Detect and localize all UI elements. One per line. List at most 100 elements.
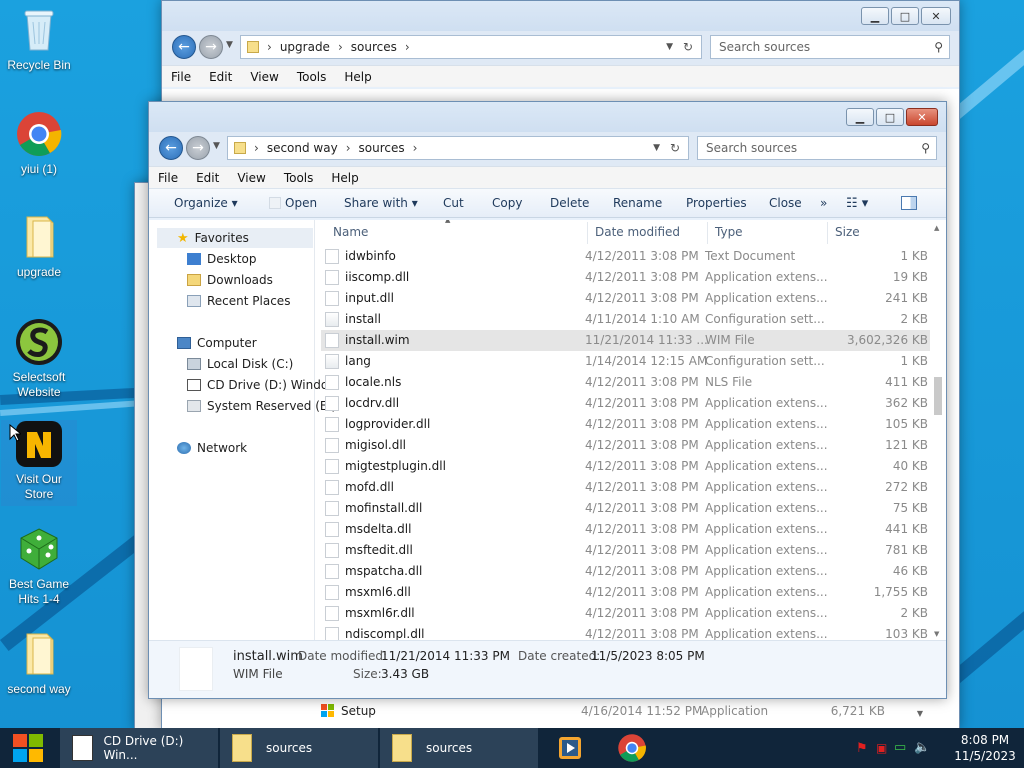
chevron-right-icon[interactable]: › xyxy=(254,141,259,155)
file-row[interactable]: msxml6r.dll 4/12/2011 3:08 PM Application … xyxy=(321,603,930,624)
close-button[interactable]: ✕ xyxy=(921,7,951,25)
address-dropdown-icon[interactable]: ▼ xyxy=(666,42,673,52)
search-box[interactable]: Search sources ⚲ xyxy=(710,35,950,59)
explorer-window-second-way[interactable]: ▁ □ ✕ ← → ▼ › second way › sources › ▼ ↻… xyxy=(148,101,947,699)
preview-pane-icon[interactable] xyxy=(901,196,917,210)
address-dropdown-icon[interactable]: ▼ xyxy=(653,143,660,153)
menu-file[interactable]: File xyxy=(149,171,187,185)
desktop-icon-best-game-hits[interactable]: Best Game Hits 1-4 xyxy=(1,525,77,607)
view-options-icon[interactable]: ☷ ▾ xyxy=(846,196,868,211)
column-type[interactable]: Type xyxy=(715,225,743,239)
menu-edit[interactable]: Edit xyxy=(187,171,228,185)
file-row[interactable]: idwbinfo 4/12/2011 3:08 PM Text Document 1 … xyxy=(321,246,930,267)
desktop-icon-upgrade[interactable]: upgrade xyxy=(1,213,77,280)
delete-button[interactable]: Delete xyxy=(550,196,589,210)
share-with-button[interactable]: Share with ▾ xyxy=(344,196,418,210)
clock-time[interactable]: 8:08 PM xyxy=(954,733,1016,747)
minimize-button[interactable]: ▁ xyxy=(861,7,889,25)
file-row[interactable]: lang 1/14/2014 12:15 AM Configuration sett… xyxy=(321,351,930,372)
address-bar[interactable]: › upgrade › sources › ▼ ↻ xyxy=(240,35,702,59)
file-row[interactable]: msdelta.dll 4/12/2011 3:08 PM Application … xyxy=(321,519,930,540)
nav-favorites[interactable]: ★ Favorites xyxy=(157,228,313,248)
file-row-setup[interactable]: Setup 4/16/2014 11:52 PM Application 6,7… xyxy=(317,701,937,721)
minimize-button[interactable]: ▁ xyxy=(846,108,874,126)
nav-downloads[interactable]: Downloads xyxy=(187,273,273,287)
taskbar-item-sources-2[interactable]: sources xyxy=(380,728,538,768)
menu-edit[interactable]: Edit xyxy=(200,70,241,84)
file-row[interactable]: msxml6.dll 4/12/2011 3:08 PM Application e… xyxy=(321,582,930,603)
back-button[interactable]: ← xyxy=(172,35,196,59)
desktop-icon-second-way[interactable]: second way xyxy=(1,630,77,697)
security-alert-icon[interactable]: ▣ xyxy=(876,741,887,755)
rename-button[interactable]: Rename xyxy=(613,196,662,210)
open-button[interactable]: Open xyxy=(285,196,317,210)
title-bar[interactable]: ▁ □ ✕ xyxy=(162,1,959,31)
more-commands-button[interactable]: » xyxy=(820,196,827,210)
forward-button[interactable]: → xyxy=(199,35,223,59)
file-row[interactable]: mspatcha.dll 4/12/2011 3:08 PM Application… xyxy=(321,561,930,582)
refresh-icon[interactable]: ↻ xyxy=(670,141,680,155)
file-row[interactable]: migisol.dll 4/12/2011 3:08 PM Application … xyxy=(321,435,930,456)
file-row[interactable]: input.dll 4/12/2011 3:08 PM Application ex… xyxy=(321,288,930,309)
maximize-button[interactable]: □ xyxy=(891,7,919,25)
file-row[interactable]: mofinstall.dll 4/12/2011 3:08 PM Applicati… xyxy=(321,498,930,519)
file-row[interactable]: locale.nls 4/12/2011 3:08 PM NLS File 411 K… xyxy=(321,372,930,393)
file-row[interactable]: locdrv.dll 4/12/2011 3:08 PM Application e… xyxy=(321,393,930,414)
organize-button[interactable]: Organize ▾ xyxy=(174,196,238,210)
maximize-button[interactable]: □ xyxy=(876,108,904,126)
file-row[interactable]: msftedit.dll 4/12/2011 3:08 PM Application… xyxy=(321,540,930,561)
refresh-icon[interactable]: ↻ xyxy=(683,40,693,54)
menu-file[interactable]: File xyxy=(162,70,200,84)
taskbar-chrome[interactable] xyxy=(612,728,652,768)
back-button[interactable]: ← xyxy=(159,136,183,160)
search-icon[interactable]: ⚲ xyxy=(921,141,930,155)
file-row[interactable]: ndiscompl.dll 4/12/2011 3:08 PM Applicatio… xyxy=(321,624,930,640)
vertical-scrollbar[interactable]: ▲ ▼ xyxy=(930,220,946,640)
menu-tools[interactable]: Tools xyxy=(275,171,323,185)
menu-view[interactable]: View xyxy=(241,70,287,84)
start-button[interactable] xyxy=(0,728,56,768)
file-row[interactable]: migtestplugin.dll 4/12/2011 3:08 PM Applic… xyxy=(321,456,930,477)
nav-system-reserved[interactable]: System Reserved (E:) xyxy=(187,399,336,413)
column-name[interactable]: Name xyxy=(333,225,368,239)
scroll-up-arrow[interactable]: ▲ xyxy=(934,224,939,232)
recent-locations-icon[interactable]: ▼ xyxy=(226,40,233,50)
column-size[interactable]: Size xyxy=(835,225,860,239)
breadcrumb-second-way[interactable]: second way xyxy=(267,141,338,155)
taskbar-item-sources-1[interactable]: sources xyxy=(220,728,378,768)
close-button[interactable]: ✕ xyxy=(906,108,938,126)
nav-cd-drive[interactable]: CD Drive (D:) Windo xyxy=(187,378,328,392)
menu-help[interactable]: Help xyxy=(335,70,380,84)
file-row[interactable]: install 4/11/2014 1:10 AM Configuration se… xyxy=(321,309,930,330)
forward-button[interactable]: → xyxy=(186,136,210,160)
taskbar-item-cd-drive[interactable]: CD Drive (D:) Win... xyxy=(60,728,218,768)
properties-button[interactable]: Properties xyxy=(686,196,747,210)
nav-local-disk[interactable]: Local Disk (C:) xyxy=(187,357,293,371)
breadcrumb-sources[interactable]: sources xyxy=(351,40,397,54)
file-row[interactable]: install.wim 11/21/2014 11:33 ... WIM File 3… xyxy=(321,330,930,351)
menu-view[interactable]: View xyxy=(228,171,274,185)
nav-recent-places[interactable]: Recent Places xyxy=(187,294,290,308)
nav-computer[interactable]: Computer xyxy=(177,336,257,350)
volume-muted-icon[interactable]: 🔈 xyxy=(914,740,930,755)
nav-network[interactable]: Network xyxy=(177,441,247,455)
scroll-down-arrow[interactable]: ▼ xyxy=(917,709,923,718)
file-row[interactable]: logprovider.dll 4/12/2011 3:08 PM Applicat… xyxy=(321,414,930,435)
chevron-right-icon[interactable]: › xyxy=(267,40,272,54)
network-status-icon[interactable]: ▭ xyxy=(894,740,906,755)
menu-help[interactable]: Help xyxy=(322,171,367,185)
desktop-icon-selectsoft[interactable]: Selectsoft Website xyxy=(1,318,77,400)
scroll-down-arrow[interactable]: ▼ xyxy=(934,630,939,638)
column-date-modified[interactable]: Date modified xyxy=(595,225,680,239)
nav-desktop[interactable]: Desktop xyxy=(187,252,257,266)
close-toolbar-button[interactable]: Close xyxy=(769,196,802,210)
file-row[interactable]: iiscomp.dll 4/12/2011 3:08 PM Application … xyxy=(321,267,930,288)
scrollbar-thumb[interactable] xyxy=(934,377,942,415)
file-row[interactable]: mofd.dll 4/12/2011 3:08 PM Application ext… xyxy=(321,477,930,498)
search-icon[interactable]: ⚲ xyxy=(934,40,943,54)
chevron-right-icon[interactable]: › xyxy=(413,141,418,155)
clock-date[interactable]: 11/5/2023 xyxy=(954,749,1016,763)
action-center-flag-icon[interactable]: ⚑ xyxy=(856,741,868,756)
recent-locations-icon[interactable]: ▼ xyxy=(213,141,220,151)
desktop-icon-yiui[interactable]: yiui (1) xyxy=(1,110,77,177)
